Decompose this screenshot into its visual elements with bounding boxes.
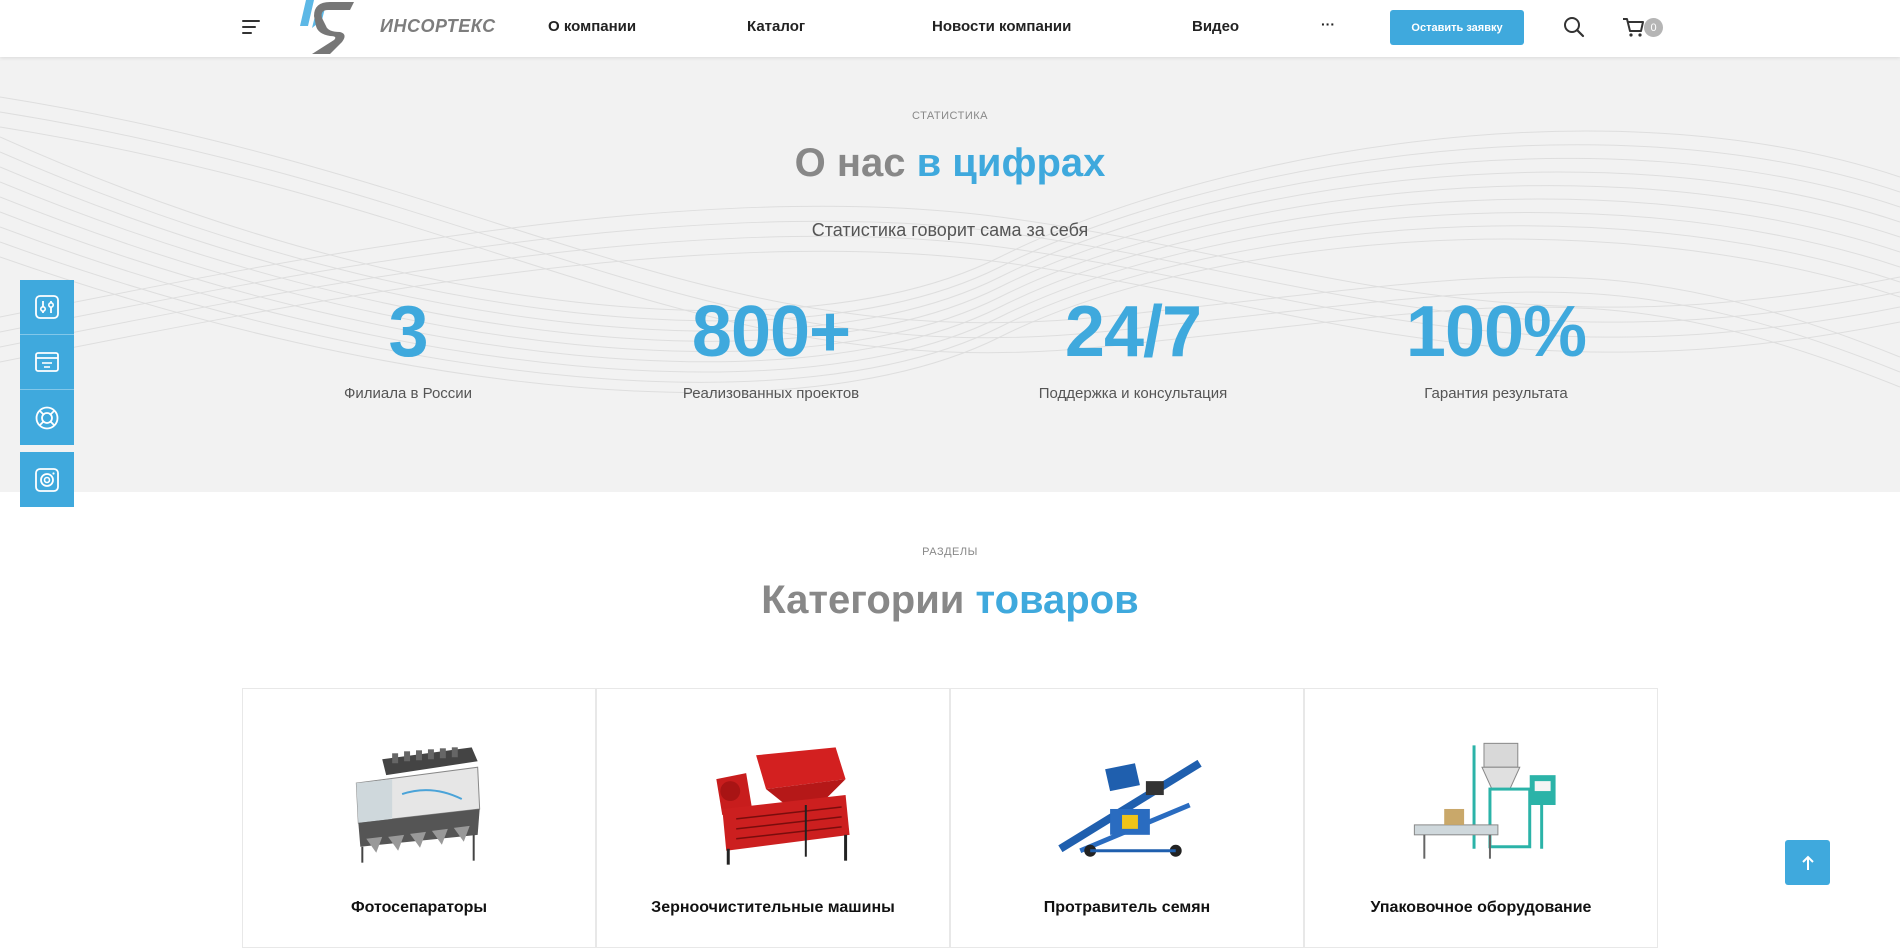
stat-item: 24/7 Поддержка и консультация [983,287,1283,402]
payment-icon [35,352,59,372]
stats-section: СТАТИСТИКА О нас в цифрах Статистика гов… [0,57,1900,492]
stats-subtitle: Статистика говорит сама за себя [811,220,1089,240]
stat-value: 100% [1405,292,1587,372]
grain-cleaner-image [716,747,850,865]
stat-value: 24/7 [1064,292,1202,372]
categories-title: Категории товаров [0,578,1900,623]
side-support-button[interactable] [20,390,74,445]
camera-icon [35,467,59,492]
wave-background [0,96,1900,393]
packing-machine-image [1413,742,1556,859]
lifebuoy-icon [35,406,59,429]
category-card-packing[interactable]: Упаковочное оборудование [1304,688,1658,948]
category-card-photoseparators[interactable]: Фотосепараторы [242,688,596,948]
menu-icon[interactable] [242,20,260,34]
category-name: Зерноочистительные машины [651,899,895,916]
photoseparator-image [355,747,481,863]
nav-about[interactable]: О компании [548,18,636,35]
logo-text: ИНСОРТЕКС [380,16,496,36]
nav-news[interactable]: Новости компании [932,18,1071,35]
stat-label: Филиала в России [343,385,473,402]
scroll-top-button[interactable] [1785,840,1830,885]
logo-mark-icon [300,0,354,54]
seed-treater-image [1058,759,1202,857]
stat-item: 100% Гарантия результата [1346,287,1646,402]
leave-request-button[interactable]: Оставить заявку [1390,10,1524,45]
stat-label: Поддержка и консультация [1038,385,1228,402]
categories-title-grey: Категории [761,578,976,622]
sliders-icon [35,295,59,319]
cart-icon[interactable] [1622,16,1646,38]
stats-title: О нас в цифрах [0,141,1900,186]
side-settings-button[interactable] [20,280,74,335]
stat-item: 800+ Реализованных проектов [621,287,921,402]
stats-eyebrow: СТАТИСТИКА [912,110,988,122]
stat-label: Реализованных проектов [682,385,860,402]
stats-title-grey: О нас [794,141,917,185]
stat-value: 800+ [691,292,851,372]
stat-item: 3 Филиала в России [258,287,558,402]
category-card-seed-treater[interactable]: Протравитель семян [950,688,1304,948]
nav-video[interactable]: Видео [1192,18,1239,35]
category-name: Упаковочное оборудование [1370,899,1592,916]
site-header: ИНСОРТЕКС О компании Каталог Новости ком… [0,0,1900,57]
stats-title-blue: в цифрах [916,141,1106,185]
categories-title-blue: товаров [975,578,1139,622]
cart-count-badge: 0 [1644,18,1663,37]
site-logo[interactable]: ИНСОРТЕКС [300,0,495,56]
nav-catalog[interactable]: Каталог [747,18,805,35]
categories-eyebrow: РАЗДЕЛЫ [922,546,978,558]
stat-value: 3 [388,292,428,372]
search-icon[interactable] [1563,16,1585,38]
arrow-up-icon [1801,855,1814,870]
category-name: Фотосепараторы [350,899,488,916]
side-payment-button[interactable] [20,335,74,390]
side-camera-button[interactable] [20,452,74,507]
category-card-grain-cleaning[interactable]: Зерноочистительные машины [596,688,950,948]
nav-more[interactable]: ··· [1321,16,1335,32]
category-name: Протравитель семян [1043,899,1211,916]
stat-label: Гарантия результата [1424,385,1568,402]
